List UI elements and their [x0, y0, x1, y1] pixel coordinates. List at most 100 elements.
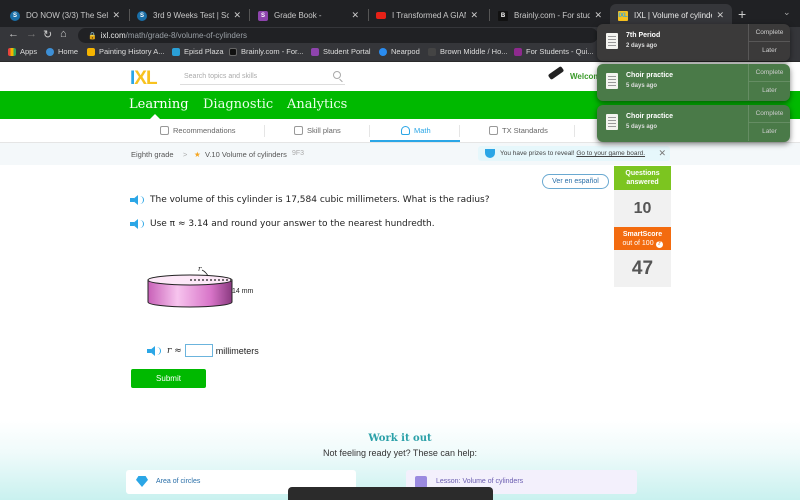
radius-answer-input[interactable] [184, 344, 213, 357]
tab-learning[interactable]: Learning [129, 97, 189, 112]
notification-title: 7th Period [626, 32, 661, 39]
subtab-math[interactable]: Math [401, 126, 431, 135]
speaker-icon[interactable] [130, 195, 144, 205]
bookmark-nearpod[interactable]: Nearpod [379, 47, 420, 56]
bookmark-brainly[interactable]: Brainly.com - For... [229, 47, 303, 56]
close-tab-icon[interactable]: ✕ [112, 10, 120, 21]
tab-diagnostic[interactable]: Diagnostic [203, 97, 273, 112]
prize-text: You have prizes to reveal! [500, 150, 575, 157]
speaker-icon[interactable] [130, 219, 144, 229]
close-tab-icon[interactable]: ✕ [716, 10, 724, 21]
browser-tab[interactable]: S DO NOW (3/3) The Selfie T ✕ [2, 4, 128, 27]
notification-title: Choir practice [626, 113, 674, 120]
bookmark-brown-middle[interactable]: Brown Middle / Ho... [428, 47, 508, 56]
help-icon[interactable]: ? [655, 241, 663, 248]
quizizz-icon [514, 47, 522, 56]
reminder-notification: Choir practice 5 days ago Complete Later [597, 64, 790, 101]
divider [369, 125, 370, 137]
notification-time: 5 days ago [626, 83, 658, 89]
new-tab-button[interactable]: + [738, 6, 746, 22]
bookmark-label: Student Portal [323, 47, 371, 56]
apps-grid-icon [8, 47, 16, 56]
search-input[interactable]: Search topics and skills [180, 69, 345, 85]
tab-search-icon[interactable]: ⌄ [783, 7, 791, 18]
complete-button[interactable]: Complete [748, 105, 790, 123]
browser-tab[interactable]: I Transformed A GIANT Cra ✕ [368, 4, 486, 27]
math-pyramid-icon [401, 126, 410, 135]
subtab-recommendations[interactable]: Recommendations [160, 126, 236, 135]
schoology-icon: S [10, 10, 20, 21]
subtab-tx-standards[interactable]: TX Standards [489, 126, 548, 135]
bookmark-home[interactable]: Home [46, 47, 78, 56]
brainly-icon [229, 47, 237, 56]
close-tab-icon[interactable]: ✕ [233, 10, 241, 21]
star-icon: ★ [194, 150, 201, 159]
help-card-label: Area of circles [156, 478, 201, 485]
url-path: /math/grade-8/volume-of-cylinders [125, 31, 247, 40]
question-text: The volume of this cylinder is 17,584 cu… [150, 195, 490, 205]
bookmark-painting-history[interactable]: Painting History A... [87, 47, 164, 56]
ixl-logo[interactable]: IXL [130, 68, 158, 90]
url-input[interactable]: 🔒 ixl.com/math/grade-8/volume-of-cylinder… [78, 28, 598, 43]
bookmark-label: Nearpod [391, 47, 420, 56]
back-icon[interactable]: ← [8, 28, 19, 40]
lock-icon: 🔒 [88, 33, 97, 40]
bookmark-label: Brown Middle / Ho... [440, 47, 508, 56]
qa-label-line2: answered [626, 179, 659, 186]
submit-button[interactable]: Submit [131, 369, 206, 388]
browser-tab[interactable]: S Grade Book - ✕ [250, 4, 367, 27]
skill-plans-icon [294, 126, 303, 135]
nearpod-icon [379, 47, 387, 56]
help-card-label: Lesson: Volume of cylinders [436, 478, 524, 485]
dark-popup-edge [288, 487, 493, 500]
tab-label: I Transformed A GIANT Cra [392, 11, 466, 20]
close-icon[interactable]: ✕ [658, 146, 666, 161]
divider [574, 125, 575, 137]
browser-tab[interactable]: S 3rd 9 Weeks Test | Schoolo ✕ [129, 4, 249, 27]
breadcrumb-grade[interactable]: Eighth grade [131, 150, 174, 159]
student-portal-icon [311, 47, 319, 56]
answer-row: r ≈ millimeters [147, 344, 259, 357]
subtab-skill-plans[interactable]: Skill plans [294, 126, 341, 135]
qa-label-line1: Questions [625, 170, 660, 177]
tab-label: DO NOW (3/3) The Selfie T [26, 11, 109, 20]
instruction-text: Use π ≈ 3.14 and round your answer to th… [150, 219, 435, 229]
forward-icon[interactable]: → [26, 28, 37, 40]
reload-icon[interactable]: ↻ [43, 28, 52, 41]
tab-analytics[interactable]: Analytics [287, 97, 347, 112]
game-board-link[interactable]: Go to your game board. [576, 150, 645, 157]
bookmark-label: Apps [20, 47, 38, 56]
schoology-icon [46, 47, 54, 56]
complete-button[interactable]: Complete [748, 24, 790, 42]
schoology-icon: S [137, 10, 147, 21]
search-icon[interactable] [333, 71, 341, 79]
bookmark-quizizz[interactable]: For Students - Qui... [514, 47, 594, 56]
notification-title: Choir practice [626, 72, 674, 79]
question-line: Use π ≈ 3.14 and round your answer to th… [130, 219, 435, 229]
trophy-icon [485, 149, 495, 158]
later-button[interactable]: Later [748, 42, 790, 60]
speaker-icon[interactable] [147, 345, 161, 356]
complete-button[interactable]: Complete [748, 64, 790, 82]
browser-tab[interactable]: B Brainly.com - For students ✕ [490, 4, 610, 27]
bookmark-apps[interactable]: Apps [8, 47, 37, 56]
subtab-label: TX Standards [502, 126, 548, 135]
later-button[interactable]: Later [748, 123, 790, 141]
reminder-notification: Choir practice 5 days ago Complete Later [597, 105, 790, 142]
bookmark-label: Painting History A... [99, 47, 165, 56]
spanish-button[interactable]: Ver en español [542, 174, 609, 189]
student-portal-icon: S [258, 10, 268, 21]
breadcrumb-skill: V.10 Volume of cylinders [205, 150, 287, 159]
home-icon[interactable]: ⌂ [60, 28, 67, 40]
bookmark-student-portal[interactable]: Student Portal [311, 47, 371, 56]
close-tab-icon[interactable]: ✕ [470, 10, 478, 21]
work-it-out-title: Work it out [368, 433, 432, 444]
later-button[interactable]: Later [748, 82, 790, 100]
url-host: ixl.com [100, 31, 126, 40]
breadcrumb: Eighth grade > ★ V.10 Volume of cylinder… [0, 143, 800, 165]
bookmark-episd-plaza[interactable]: Episd Plaza [172, 47, 224, 56]
close-tab-icon[interactable]: ✕ [594, 10, 602, 21]
close-tab-icon[interactable]: ✕ [351, 10, 359, 21]
skill-code: 9F3 [292, 150, 305, 157]
smartscore-title: SmartScore [622, 231, 663, 238]
